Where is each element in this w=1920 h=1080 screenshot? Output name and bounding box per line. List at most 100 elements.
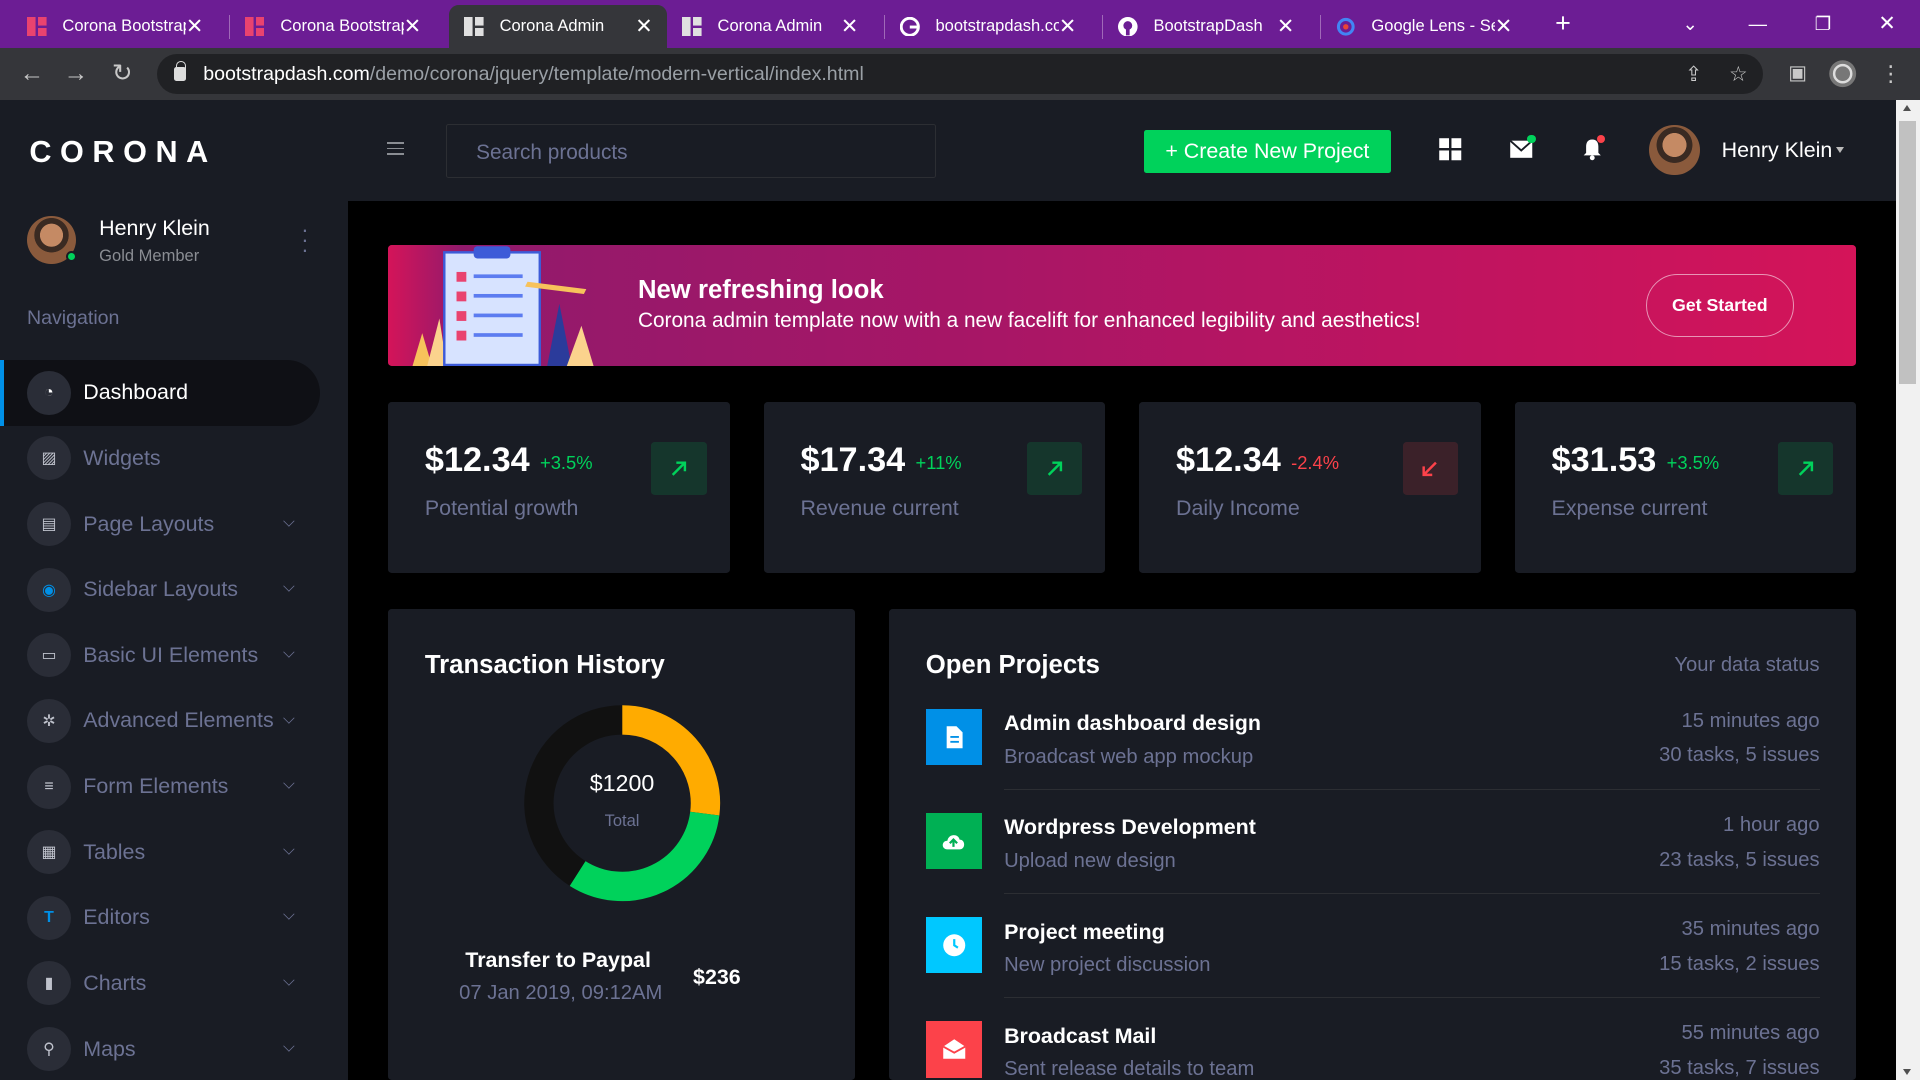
sidebar-nav: ◔ Dashboard ▨ Widgets ▤ Page Layouts ◉ Sidebar … bbox=[0, 360, 348, 1080]
project-title: Broadcast Mail bbox=[1004, 1023, 1157, 1048]
chevron-down-icon bbox=[283, 646, 295, 658]
corona-favicon-icon bbox=[464, 16, 484, 37]
sidebar-item-label: Basic UI Elements bbox=[83, 642, 259, 667]
url-text: bootstrapdash.com/demo/corona/jquery/tem… bbox=[203, 63, 864, 86]
sidebar-item-sidebar-layouts[interactable]: ◉ Sidebar Layouts bbox=[0, 557, 348, 623]
sidebar-item-page-layouts[interactable]: ▤ Page Layouts bbox=[0, 491, 348, 557]
new-tab-plus-icon[interactable]: + bbox=[1555, 0, 1571, 48]
url-path: /demo/corona/jquery/template/modern-vert… bbox=[369, 62, 864, 85]
mail-open-icon bbox=[925, 1021, 983, 1078]
side-panel-icon[interactable]: ▣ bbox=[1783, 59, 1812, 88]
topbar-user-name[interactable]: Henry Klein bbox=[1722, 138, 1833, 163]
sidebar-item-label: Tables bbox=[83, 839, 146, 864]
browser-tab[interactable]: BootstrapDash ✕ bbox=[1091, 5, 1309, 48]
tab-close-icon[interactable]: ✕ bbox=[841, 14, 858, 39]
map-pin-icon: ⚲ bbox=[26, 1027, 72, 1072]
google-lens-favicon-icon bbox=[1336, 17, 1355, 36]
browser-tab-bar: Corona Bootstrap ✕ Corona Bootstrap ✕ Co… bbox=[0, 0, 1920, 48]
sidebar-item-maps[interactable]: ⚲ Maps bbox=[0, 1016, 348, 1080]
browser-tab-active[interactable]: Corona Admin ✕ bbox=[449, 4, 668, 48]
close-window-icon[interactable]: ✕ bbox=[1878, 0, 1895, 48]
sidebar-item-charts[interactable]: ▮ Charts bbox=[0, 951, 348, 1017]
project-item[interactable]: Wordpress Development Upload new design 1 … bbox=[925, 813, 1820, 917]
tab-close-icon[interactable]: ✕ bbox=[635, 14, 652, 39]
caret-down-icon[interactable] bbox=[1835, 146, 1844, 153]
tab-title: Corona Admin bbox=[717, 16, 823, 36]
project-item[interactable]: Broadcast Mail Sent release details to te… bbox=[925, 1021, 1820, 1080]
transaction-donut-chart bbox=[524, 705, 720, 902]
stat-label: Daily Income bbox=[1176, 495, 1300, 520]
chevron-down-icon bbox=[283, 711, 295, 724]
bookmark-star-icon[interactable]: ☆ bbox=[1729, 62, 1748, 87]
tab-search-chevron-icon[interactable]: ⌄ bbox=[1682, 0, 1697, 48]
sidebar-item-advanced-elements[interactable]: ✲ Advanced Elements bbox=[0, 688, 348, 754]
project-item[interactable]: Project meeting New project discussion 35 … bbox=[925, 917, 1820, 1021]
create-new-project-button[interactable]: + Create New Project bbox=[1143, 129, 1392, 173]
project-subtitle: Broadcast web app mockup bbox=[1004, 745, 1254, 768]
sidebar-item-editors[interactable]: T Editors bbox=[0, 885, 348, 951]
apps-grid-icon[interactable] bbox=[1438, 137, 1462, 161]
forward-arrow-icon[interactable]: → bbox=[61, 59, 90, 88]
project-tasks: 23 tasks, 5 issues bbox=[1659, 848, 1820, 871]
profile-kebab-icon[interactable]: · · · bbox=[301, 219, 308, 261]
page-scrollbar[interactable] bbox=[1895, 100, 1920, 1080]
divider bbox=[1004, 996, 1820, 998]
address-bar[interactable]: bootstrapdash.com/demo/corona/jquery/tem… bbox=[156, 53, 1764, 95]
sidebar-item-tables[interactable]: ▦ Tables bbox=[0, 819, 348, 885]
banner-title: New refreshing look bbox=[637, 275, 884, 304]
project-title: Admin dashboard design bbox=[1004, 711, 1261, 736]
profile-name: Henry Klein bbox=[99, 215, 210, 240]
tab-close-icon[interactable]: ✕ bbox=[404, 14, 421, 39]
tab-close-icon[interactable]: ✕ bbox=[1059, 14, 1076, 39]
share-icon[interactable]: ⇪ bbox=[1685, 62, 1702, 87]
project-time: 55 minutes ago bbox=[1681, 1022, 1820, 1045]
minimize-icon[interactable]: — bbox=[1749, 0, 1767, 48]
table-icon: ▦ bbox=[26, 830, 72, 875]
profile-icon[interactable] bbox=[1828, 59, 1857, 88]
scroll-up-icon[interactable] bbox=[1902, 105, 1911, 112]
project-item[interactable]: Admin dashboard design Broadcast web app … bbox=[925, 708, 1820, 813]
divider bbox=[1004, 788, 1820, 790]
back-arrow-icon[interactable]: ← bbox=[17, 59, 46, 88]
browser-tab[interactable]: Corona Admin ✕ bbox=[655, 5, 873, 48]
arrow-up-right-icon bbox=[1026, 442, 1083, 495]
avatar[interactable] bbox=[1649, 124, 1700, 176]
browser-tab[interactable]: bootstrapdash.com ✕ bbox=[873, 5, 1091, 48]
tab-close-icon[interactable]: ✕ bbox=[1495, 14, 1512, 39]
sidebar-item-label: Widgets bbox=[83, 445, 161, 470]
menu-kebab-icon[interactable]: ⋮ bbox=[1876, 59, 1905, 88]
arrow-up-right-icon bbox=[1778, 442, 1834, 495]
stat-value: $12.34 bbox=[424, 440, 530, 479]
tab-close-icon[interactable]: ✕ bbox=[1277, 14, 1294, 39]
sidebar-item-form-elements[interactable]: ≡ Form Elements bbox=[0, 754, 348, 820]
editor-icon: T bbox=[26, 895, 72, 940]
chevron-down-icon bbox=[283, 908, 295, 920]
stat-value: $17.34 bbox=[800, 440, 906, 479]
chevron-down-icon bbox=[283, 777, 295, 789]
hamburger-menu-icon[interactable] bbox=[386, 142, 405, 159]
scroll-down-icon[interactable] bbox=[1902, 1069, 1911, 1075]
reload-icon[interactable]: ↻ bbox=[108, 59, 137, 88]
browser-tab[interactable]: Corona Bootstrap ✕ bbox=[0, 5, 218, 48]
sidebar-item-basic-ui-elements[interactable]: ▭ Basic UI Elements bbox=[0, 623, 348, 689]
get-started-button[interactable]: Get Started bbox=[1645, 274, 1794, 337]
tab-close-icon[interactable]: ✕ bbox=[186, 14, 203, 39]
avatar[interactable] bbox=[26, 215, 78, 265]
stat-change: +3.5% bbox=[539, 451, 593, 473]
restore-icon[interactable]: ❐ bbox=[1815, 0, 1831, 48]
chevron-down-icon bbox=[283, 974, 295, 986]
scrollbar-thumb[interactable] bbox=[1899, 121, 1917, 385]
browser-tab[interactable]: Corona Bootstrap ✕ bbox=[218, 5, 436, 48]
clock-icon bbox=[925, 917, 983, 974]
transaction-title: Transfer to Paypal bbox=[465, 947, 651, 972]
corona-favicon-icon bbox=[244, 16, 265, 37]
stat-card: $17.34 +11% Revenue current bbox=[763, 401, 1106, 574]
google-favicon-icon bbox=[900, 16, 920, 37]
screen: Corona Bootstrap ✕ Corona Bootstrap ✕ Co… bbox=[0, 0, 1920, 1080]
browser-tab[interactable]: Google Lens - Sea ✕ bbox=[1309, 5, 1527, 48]
sidebar-item-dashboard[interactable]: ◔ Dashboard bbox=[0, 360, 320, 426]
sidebar-item-widgets[interactable]: ▨ Widgets bbox=[0, 426, 348, 492]
search-input[interactable]: Search products bbox=[445, 123, 936, 178]
layouts-icon: ▤ bbox=[26, 502, 72, 547]
logo[interactable]: CORONA bbox=[29, 135, 216, 170]
